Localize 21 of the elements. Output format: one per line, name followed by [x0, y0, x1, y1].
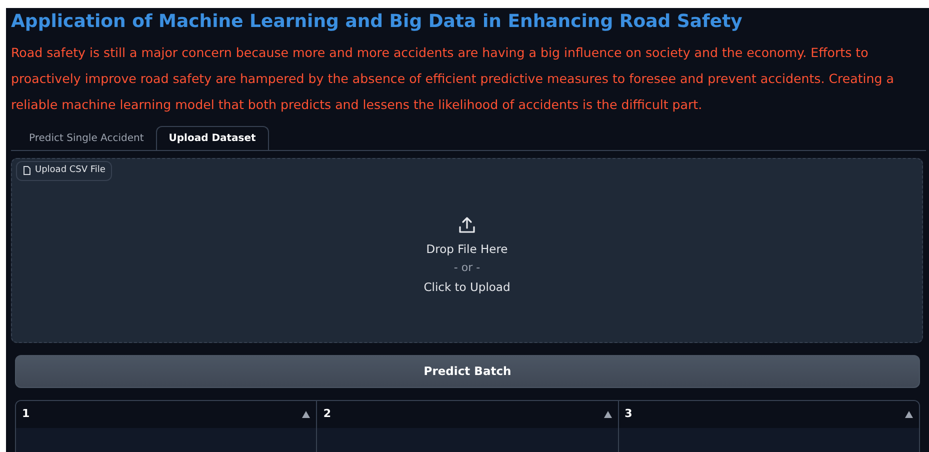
tab[interactable]: Predict Single Accident: [17, 126, 156, 150]
upload-label-text: Upload CSV File: [35, 164, 106, 177]
sort-icon[interactable]: [302, 411, 310, 418]
sort-icon[interactable]: [904, 411, 913, 418]
predict-batch-button[interactable]: Predict Batch: [15, 355, 920, 388]
sort-icon[interactable]: [604, 411, 612, 418]
column-title: 2: [323, 406, 331, 422]
tab[interactable]: Upload Dataset: [156, 126, 269, 150]
drop-text: Drop File Here: [426, 241, 508, 258]
upload-icon: [457, 215, 477, 235]
description-paragraph: Road safety is still a major concern because more and more accidents are having a big influence on society and the economy. Efforts to proactively improve road safety are hampered by the absence of efficient predictive measures to foresee and prevent accidents. Creating a reliable machine learning model that both predicts and lessens the likelihood of accidents is the difficult part.: [11, 44, 896, 114]
upload-dropzone[interactable]: Upload CSV File Drop File Here - or - Click to Upload: [11, 158, 923, 343]
column-header[interactable]: 3: [618, 401, 919, 428]
click-text: Click to Upload: [424, 278, 510, 296]
page-title: Application of Machine Learning and Big Data in Enhancing Road Safety: [11, 10, 742, 34]
column-header[interactable]: 1: [16, 401, 318, 428]
column-title: 3: [624, 406, 632, 422]
column-header[interactable]: 2: [317, 401, 619, 428]
column-title: 1: [22, 406, 30, 422]
file-icon: [23, 166, 31, 176]
or-text: - or -: [454, 260, 480, 276]
